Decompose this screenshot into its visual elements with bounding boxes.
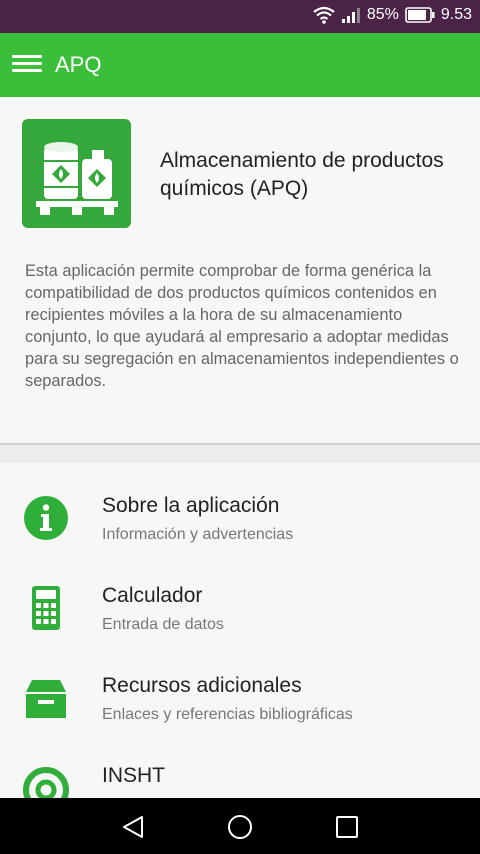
- menu-list: Sobre la aplicación Información y advert…: [0, 463, 480, 813]
- menu-item-title: INSHT: [102, 764, 165, 787]
- battery-percent: 85%: [366, 6, 399, 23]
- menu-item-title: Recursos adicionales: [102, 674, 302, 697]
- chemical-storage-icon: [22, 119, 131, 228]
- navigation-bar: [0, 798, 480, 854]
- menu-item-title: Sobre la aplicación: [102, 494, 280, 517]
- status-icons: 85% 9.53: [313, 6, 472, 24]
- menu-item-resources[interactable]: Recursos adicionales Enlaces y referenci…: [0, 656, 480, 746]
- calculator-icon: [32, 586, 60, 630]
- clock: 9.53: [440, 6, 472, 23]
- app-bar: APQ: [0, 33, 480, 97]
- app-name: Almacenamiento de productos químicos (AP…: [160, 149, 444, 200]
- archive-box-icon: [26, 680, 66, 718]
- menu-item-about[interactable]: Sobre la aplicación Información y advert…: [0, 476, 480, 566]
- menu-item-title: Calculador: [102, 584, 203, 607]
- info-icon: [24, 496, 68, 540]
- wifi-icon: [313, 6, 335, 24]
- app-description: Esta aplicación permite comprobar de for…: [25, 262, 459, 390]
- menu-icon[interactable]: [12, 51, 42, 77]
- signal-icon: [341, 8, 360, 23]
- menu-item-calculator[interactable]: Calculador Entrada de datos: [0, 566, 480, 656]
- home-icon[interactable]: [227, 814, 253, 840]
- status-bar: 85% 9.53: [0, 0, 480, 33]
- back-icon[interactable]: [120, 814, 146, 840]
- battery-icon: [405, 7, 435, 23]
- header-card: Almacenamiento de productos químicos (AP…: [0, 97, 480, 445]
- recents-icon[interactable]: [334, 814, 360, 840]
- menu-item-subtitle: Información y advertencias: [102, 526, 294, 543]
- menu-item-subtitle: Enlaces y referencias bibliográficas: [102, 706, 353, 723]
- menu-item-subtitle: Entrada de datos: [102, 616, 224, 633]
- app-bar-title: APQ: [55, 52, 102, 77]
